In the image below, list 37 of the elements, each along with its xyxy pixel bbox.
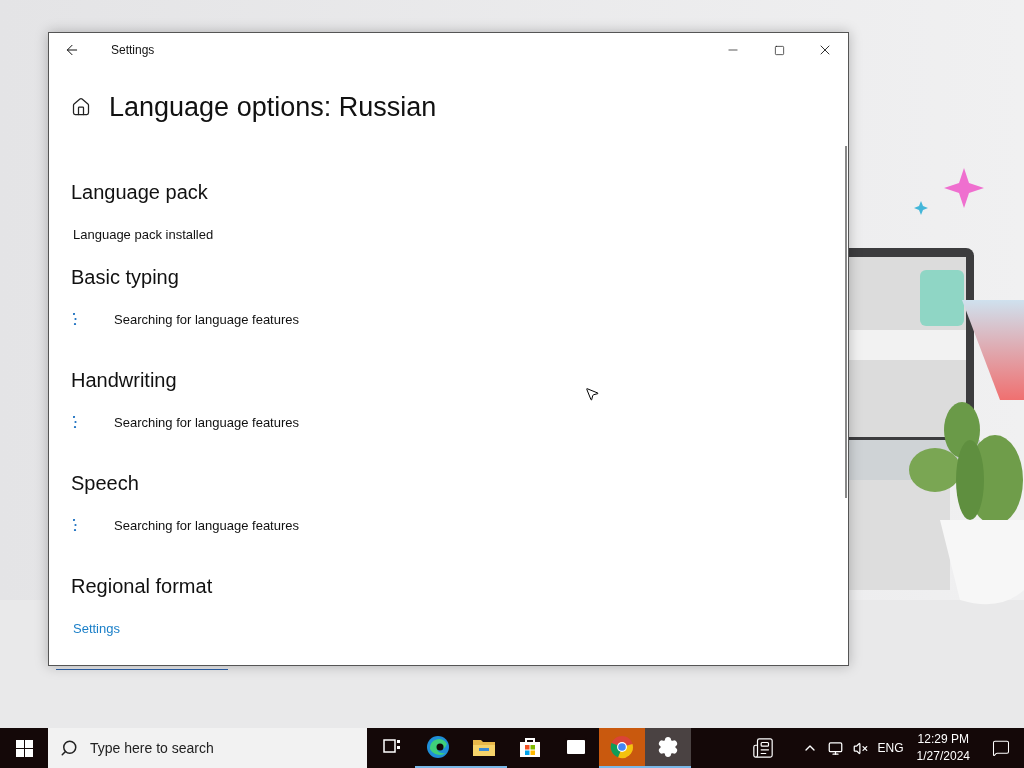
section-heading: Regional format <box>71 574 214 599</box>
browser-icon <box>426 735 450 759</box>
network-icon <box>827 740 843 756</box>
mouse-pointer-icon <box>584 386 600 402</box>
notification-icon <box>992 739 1010 757</box>
language-indicator[interactable]: ENG <box>872 728 909 768</box>
spinner-icon <box>73 313 77 325</box>
scrollbar[interactable] <box>845 146 847 498</box>
spinner-icon <box>73 519 77 531</box>
section-heading: Language pack <box>71 180 209 205</box>
shopping-bag-icon <box>519 736 541 758</box>
settings-icon <box>657 736 679 758</box>
maximize-icon <box>773 44 785 56</box>
taskbar-app[interactable] <box>645 728 691 768</box>
page-title: Language options: Russian <box>109 91 437 123</box>
window-title: Settings <box>111 43 156 57</box>
search-icon <box>60 739 78 757</box>
task-view-icon <box>383 739 401 755</box>
section-text: Language pack installed <box>73 226 214 242</box>
status-text: Searching for language features <box>114 414 299 430</box>
spinner-icon <box>73 416 77 428</box>
home-button[interactable] <box>71 97 91 117</box>
chrome-icon <box>610 735 634 759</box>
news-icon <box>751 737 774 759</box>
status-text: Searching for language features <box>114 517 299 533</box>
search-field[interactable]: Type here to search <box>88 739 342 757</box>
status-text: Searching for language features <box>114 311 299 327</box>
muted-speaker-icon <box>852 740 868 756</box>
section-heading: Handwriting <box>71 368 178 393</box>
clock[interactable]: 12:29 PM 1/27/2024 <box>908 728 978 768</box>
search-box[interactable]: Type here to search <box>48 728 367 768</box>
section-heading: Speech <box>71 471 140 496</box>
windows-logo-icon <box>15 739 33 757</box>
section-heading: Basic typing <box>71 265 180 290</box>
settings-link[interactable]: Settings <box>73 620 120 636</box>
home-icon <box>71 97 91 117</box>
folder-icon <box>472 737 496 757</box>
